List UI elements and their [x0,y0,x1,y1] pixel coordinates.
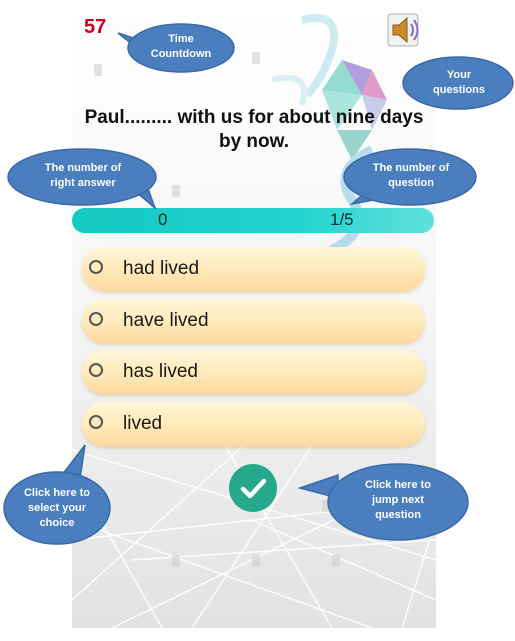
answer-label: had lived [123,258,200,279]
answer-label: have lived [123,310,209,331]
speaker-icon[interactable] [384,8,428,52]
callout-questions: Your questions [433,69,485,96]
radio-icon[interactable] [89,415,103,429]
check-icon [240,478,267,499]
quiz-screen: 57 Paul......... with us for about nine … [72,0,436,628]
answer-option-4[interactable]: lived [82,402,425,446]
answer-label: has lived [123,361,198,382]
callout-next: Click here to jump next question [364,479,432,521]
right-answer-count: 0 [158,210,168,229]
radio-icon[interactable] [89,260,103,274]
answer-option-3[interactable]: has lived [82,350,425,394]
answer-option-2[interactable]: have lived [82,299,425,343]
radio-icon[interactable] [89,312,103,326]
callout-right-answer: The number of right answer [44,162,122,189]
question-counter: 1/5 [330,210,354,229]
next-question-button[interactable] [229,464,277,512]
callout-select-choice: Click here to select your choice [23,487,91,529]
question-text: Paul......... with us for about nine day… [84,107,424,152]
progress-bar: 0 1/5 [72,208,434,233]
answer-label: lived [123,413,163,434]
callout-question-number: The number of question [372,162,450,189]
callout-timer: Time Countdown [150,33,212,60]
countdown-timer: 57 [84,16,107,38]
answer-option-1[interactable]: had lived [82,247,425,291]
radio-icon[interactable] [89,363,103,377]
